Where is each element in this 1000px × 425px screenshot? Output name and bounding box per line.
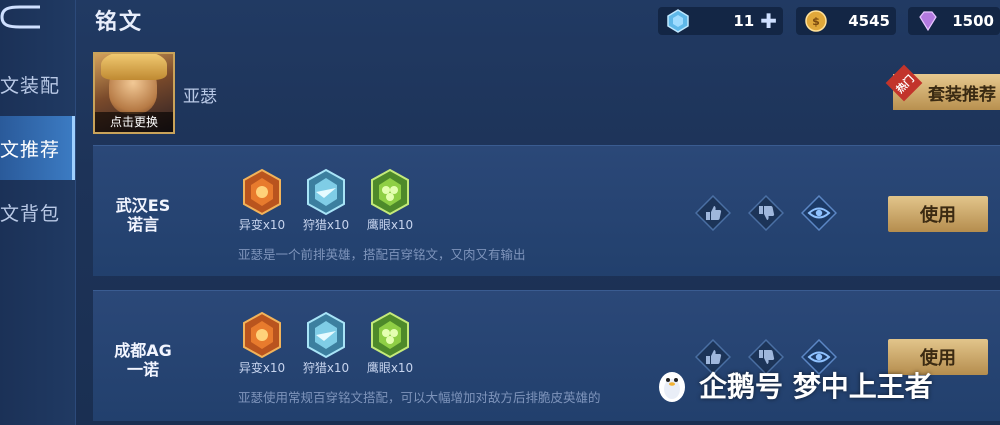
sidebar-item-rune-recommend[interactable]: 文推荐 xyxy=(0,116,75,180)
rune-label: 鹰眼x10 xyxy=(366,361,414,375)
gem-icon xyxy=(667,9,689,33)
page-title: 铭文 xyxy=(95,10,144,35)
author-player: 一诺 xyxy=(126,360,159,379)
sidebar-item-rune-bag[interactable]: 文背包 xyxy=(0,180,75,244)
rune-item[interactable]: 异变x10 xyxy=(238,311,286,376)
gold-coin-icon: $ xyxy=(805,10,827,32)
blue-rune-icon xyxy=(307,311,345,359)
use-button[interactable]: 使用 xyxy=(888,196,988,232)
author-team: 武汉ES xyxy=(115,196,171,215)
rune-label: 狩猎x10 xyxy=(302,361,350,375)
change-hero-label[interactable]: 点击更换 xyxy=(95,112,173,132)
gem-counter: 11 ✚ xyxy=(658,7,783,35)
hero-name: 亚瑟 xyxy=(183,87,217,107)
thumbs-down-icon[interactable] xyxy=(748,195,784,231)
rune-label: 狩猎x10 xyxy=(302,218,350,232)
recipe-description: 亚瑟是一个前排英雄，搭配百穿铭文，又肉又有输出 xyxy=(238,247,526,262)
green-rune-icon xyxy=(371,168,409,216)
recipe-description: 亚瑟使用常规百穿铭文搭配，可以大幅增加对敌方后排脆皮英雄的 xyxy=(238,390,601,405)
add-gem-icon[interactable]: ✚ xyxy=(760,9,777,33)
rune-item[interactable]: 鹰眼x10 xyxy=(366,168,414,233)
eye-icon[interactable] xyxy=(801,195,837,231)
rune-label: 鹰眼x10 xyxy=(366,218,414,232)
sidebar-item-label: 文背包 xyxy=(0,202,61,225)
hero-hair xyxy=(101,54,167,80)
sidebar-item-label: 文装配 xyxy=(0,74,61,97)
hot-badge: 热门 xyxy=(885,64,923,102)
suit-recommend-button[interactable]: 热门 套装推荐 xyxy=(885,64,1000,110)
hero-portrait[interactable]: 点击更换 xyxy=(93,52,175,134)
diamond-value: 1500 xyxy=(952,12,994,30)
rune-label: 异变x10 xyxy=(238,361,286,375)
author-team: 成都AG xyxy=(114,341,172,360)
rune-recipe-card: 武汉ES 诺言 异变x10 狩猎x10 鹰眼x10 亚瑟是一个前排英雄，搭配百穿… xyxy=(93,145,1000,276)
watermark-text: 企鹅号 梦中上王者 xyxy=(699,370,933,403)
back-arrow-icon[interactable] xyxy=(0,4,42,30)
rune-item[interactable]: 鹰眼x10 xyxy=(366,311,414,376)
red-rune-icon xyxy=(243,168,281,216)
rune-item[interactable]: 狩猎x10 xyxy=(302,311,350,376)
blue-rune-icon xyxy=(307,168,345,216)
penguin-logo-icon xyxy=(659,372,685,402)
suit-recommend-label: 套装推荐 xyxy=(928,84,996,105)
rune-label: 异变x10 xyxy=(238,218,286,232)
sidebar: 文装配 文推荐 文背包 xyxy=(0,0,76,425)
gem-value: 11 xyxy=(733,12,755,30)
author-player: 诺言 xyxy=(126,215,159,234)
author-name: 成都AG 一诺 xyxy=(93,341,193,379)
sidebar-item-label: 文推荐 xyxy=(0,138,61,161)
thumbs-up-icon[interactable] xyxy=(695,195,731,231)
watermark: 企鹅号 梦中上王者 xyxy=(655,365,933,405)
rune-item[interactable]: 异变x10 xyxy=(238,168,286,233)
svg-text:$: $ xyxy=(812,15,820,28)
author-name: 武汉ES 诺言 xyxy=(93,196,193,234)
diamond-icon xyxy=(919,11,937,32)
diamond-counter: 1500 xyxy=(908,7,1000,35)
gold-counter: $ 4545 xyxy=(796,7,896,35)
gold-value: 4545 xyxy=(848,12,890,30)
red-rune-icon xyxy=(243,311,281,359)
sidebar-item-rune-equip[interactable]: 文装配 xyxy=(0,52,75,116)
rune-item[interactable]: 狩猎x10 xyxy=(302,168,350,233)
green-rune-icon xyxy=(371,311,409,359)
